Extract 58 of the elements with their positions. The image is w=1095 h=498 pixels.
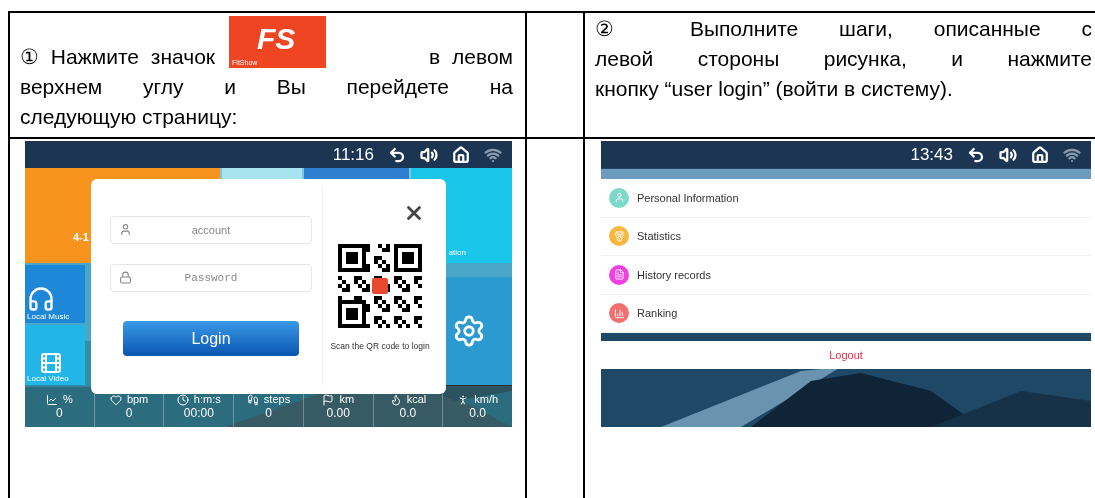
stat-icon xyxy=(45,393,58,406)
menu-item[interactable]: History records xyxy=(601,256,1091,295)
stat-unit: bpm xyxy=(126,394,149,405)
user-icon xyxy=(119,223,132,236)
stat-unit: kcal xyxy=(406,394,427,405)
logout-button[interactable]: Logout xyxy=(601,341,1091,369)
stat-value: 0.00 xyxy=(326,405,350,421)
stat-value: 0 xyxy=(56,405,63,421)
volume-icon[interactable] xyxy=(420,145,438,164)
menu-label: History records xyxy=(637,267,711,283)
menu-item[interactable]: Personal Information xyxy=(601,179,1091,218)
stat-unit: steps xyxy=(263,394,291,405)
gears-icon xyxy=(452,314,486,348)
headphones-icon xyxy=(27,285,55,313)
qr-caption: Scan the QR code to login xyxy=(330,340,430,353)
step-instruction: следующую страницу: xyxy=(20,104,239,130)
local-music-tile[interactable]: Local Music xyxy=(25,265,85,323)
stat-value: 0 xyxy=(125,405,133,421)
step-instruction: в левом xyxy=(429,44,513,70)
stat-value: 00:00 xyxy=(183,405,214,421)
stat-unit: h:m:s xyxy=(193,394,221,405)
stat-value: 0.0 xyxy=(399,405,417,421)
home-icon[interactable] xyxy=(452,145,470,164)
stat-unit: % xyxy=(62,394,73,405)
stat-unit: km/h xyxy=(474,394,499,405)
stat-value: 0 xyxy=(265,405,272,421)
tile-label: 4-1 xyxy=(73,229,89,245)
logo-mark: FS xyxy=(257,24,296,54)
tile-label: ation xyxy=(448,247,466,259)
menu-label: Ranking xyxy=(637,306,678,321)
menu-item[interactable]: Ranking xyxy=(601,294,1091,333)
menu-icon xyxy=(613,230,625,242)
menu-label: Statistics xyxy=(637,229,681,244)
back-icon[interactable] xyxy=(388,145,406,164)
volume-icon[interactable] xyxy=(999,145,1017,164)
step-instruction: кнопку “user login” (войти в систему). xyxy=(595,76,954,102)
tile-label: Local Music xyxy=(27,313,70,321)
step-instruction: левой стороны рисунка, и нажмите xyxy=(595,46,1092,72)
account-field[interactable]: account xyxy=(110,216,312,244)
menu-icon xyxy=(613,307,625,319)
film-reel-icon xyxy=(39,351,63,375)
clock-time: 13:43 xyxy=(910,146,953,163)
menu-icon xyxy=(613,269,625,281)
tile-label: Local Video xyxy=(27,375,69,383)
menu-item[interactable]: Statistics xyxy=(601,217,1091,256)
step-instruction: верхнем углу и Вы перейдете на xyxy=(20,74,513,100)
lock-icon xyxy=(119,271,132,284)
stat-unit: km xyxy=(339,394,355,405)
login-button[interactable]: Login xyxy=(123,321,299,356)
step-instruction: ② Выполните шаги, описанные с xyxy=(595,16,1092,42)
step-instruction: ① Нажмите значок xyxy=(20,44,216,70)
home-icon[interactable] xyxy=(1031,145,1049,164)
stat-value: 0.0 xyxy=(469,405,486,421)
password-field[interactable]: Password xyxy=(110,264,312,292)
back-icon[interactable] xyxy=(967,145,985,164)
menu-icon xyxy=(613,192,625,204)
clock-time: 11:16 xyxy=(332,146,374,163)
menu-label: Personal Information xyxy=(637,190,739,206)
